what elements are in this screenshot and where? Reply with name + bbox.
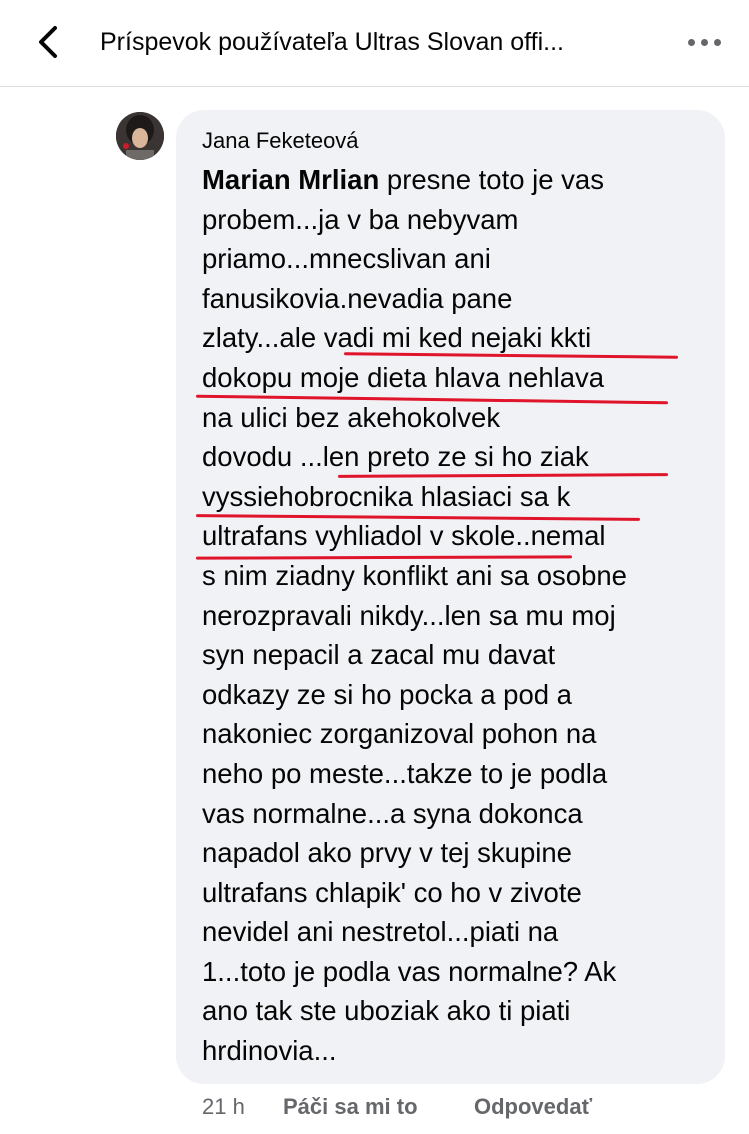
back-button[interactable] <box>28 22 68 62</box>
comment-line: neho po meste...takze to je podla <box>202 757 608 789</box>
chevron-left-icon <box>39 26 57 58</box>
avatar[interactable] <box>116 112 164 160</box>
comment-line: fanusikovia.nevadia pane <box>202 282 513 314</box>
comment-line: dovodu ...len preto ze si ho ziak <box>202 441 589 473</box>
page-title: Príspevok používateľa Ultras Slovan offi… <box>100 28 565 56</box>
comment-line: probem...ja v ba nebyvam <box>202 203 519 235</box>
more-horizontal-icon <box>685 38 724 46</box>
comment-author[interactable]: Jana Feketeová <box>202 126 359 156</box>
comment-line: nakoniec zorganizoval pohon na <box>202 718 597 750</box>
comment-line: ano tak ste uboziak ako ti piati <box>202 995 571 1027</box>
reply-button[interactable]: Odpovedať <box>474 1092 592 1122</box>
comment-text: Marian Mrlian presne toto je vas probem.… <box>202 160 702 1071</box>
comment-line: nevidel ani nestretol...piati na <box>202 916 559 948</box>
comment-line: hrdinovia... <box>202 1035 337 1067</box>
comment-line: ultrafans chlapik' co ho v zivote <box>202 876 582 908</box>
comment-line: s nim ziadny konflikt ani sa osobne <box>202 559 627 591</box>
comment-line: odkazy ze si ho pocka a pod a <box>202 678 572 710</box>
comment-line: Marian Mrlian presne toto je vas <box>202 164 604 195</box>
comment-line: vyssiehobrocnika hlasiaci sa k <box>202 480 571 512</box>
like-button[interactable]: Páči sa mi to <box>283 1092 418 1122</box>
mention-link[interactable]: Marian Mrlian <box>202 164 379 195</box>
comment-line: ultrafans vyhliadol v skole..nemal <box>202 520 606 552</box>
top-bar: Príspevok používateľa Ultras Slovan offi… <box>0 0 749 87</box>
comment-line: vas normalne...a syna dokonca <box>202 797 583 829</box>
comment-line: zlaty...ale vadi mi ked nejaki kkti <box>202 322 592 354</box>
comment-line: priamo...mnecslivan ani <box>202 243 491 275</box>
comment-line: dokopu moje dieta hlava nehlava <box>202 361 605 393</box>
comment-line: nerozpravali nikdy...len sa mu moj <box>202 599 616 631</box>
comment-line: napadol ako prvy v tej skupine <box>202 837 572 869</box>
comment-line: syn nepacil a zacal mu davat <box>202 639 556 671</box>
comment-line: 1...toto je podla vas normalne? Ak <box>202 955 617 987</box>
more-options-button[interactable] <box>680 24 728 60</box>
comment-timestamp: 21 h <box>202 1094 245 1119</box>
